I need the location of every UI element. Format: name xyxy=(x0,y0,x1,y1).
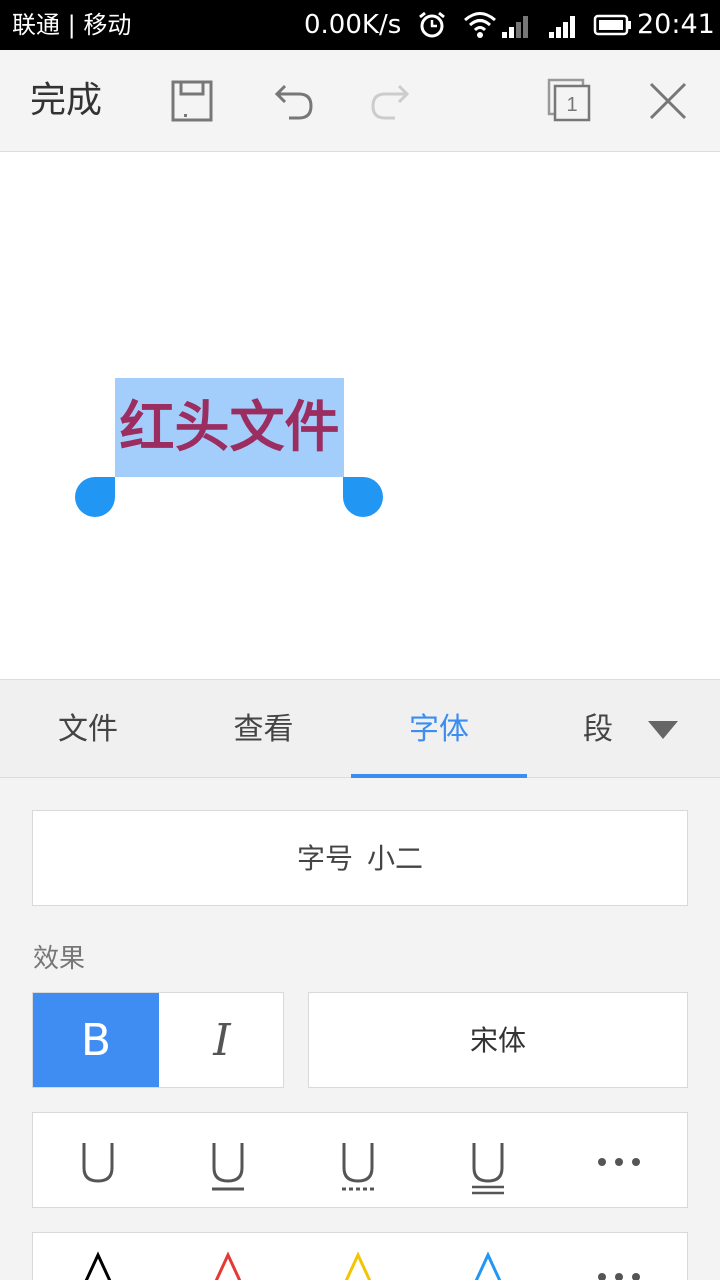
italic-button[interactable]: I xyxy=(159,993,283,1087)
alarm-icon xyxy=(417,10,447,44)
font-color-blue-icon[interactable] xyxy=(423,1233,553,1280)
done-button[interactable]: 完成 xyxy=(30,78,102,124)
more-colors-icon[interactable] xyxy=(553,1233,683,1280)
bold-button[interactable]: B xyxy=(33,993,159,1087)
font-size-value: 小二 xyxy=(367,842,424,875)
single-underline-icon[interactable] xyxy=(163,1113,293,1209)
font-size-selector[interactable]: 字号 小二 xyxy=(32,810,688,906)
tab-font[interactable]: 字体 xyxy=(351,680,527,779)
tab-file[interactable]: 文件 xyxy=(0,680,176,779)
tab-view[interactable]: 查看 xyxy=(176,680,351,779)
carrier-label: 联通 | 移动 xyxy=(12,11,132,39)
redo-icon[interactable] xyxy=(367,76,417,126)
wifi-icon xyxy=(463,10,497,44)
font-color-black-icon[interactable] xyxy=(33,1233,163,1280)
font-size-label: 字号 xyxy=(296,842,353,875)
font-panel: 字号 小二 效果 B I 宋体 xyxy=(0,778,720,1280)
battery-icon xyxy=(593,10,633,44)
bold-italic-group: B I xyxy=(32,992,284,1088)
network-speed: 0.00K/s xyxy=(304,10,402,40)
selected-text[interactable]: 红头文件 xyxy=(115,390,344,464)
no-underline-icon[interactable] xyxy=(33,1113,163,1209)
font-color-red-icon[interactable] xyxy=(163,1233,293,1280)
editor-toolbar: 完成 1 xyxy=(0,50,720,152)
dotted-underline-icon[interactable] xyxy=(293,1113,423,1209)
selection-handle-end[interactable] xyxy=(343,477,383,517)
double-underline-icon[interactable] xyxy=(423,1113,553,1209)
font-face-selector[interactable]: 宋体 xyxy=(308,992,688,1088)
status-bar: 联通 | 移动 0.00K/s 20:41 xyxy=(0,0,720,50)
ribbon-tabs: 文件 查看 字体 段 xyxy=(0,679,720,778)
underline-style-row xyxy=(32,1112,688,1208)
signal-1-icon xyxy=(500,10,534,44)
more-underline-icon[interactable] xyxy=(553,1113,683,1209)
effects-label: 效果 xyxy=(33,944,86,974)
signal-2-icon xyxy=(547,10,581,44)
selection-handle-start[interactable] xyxy=(75,477,115,517)
document-canvas[interactable]: 红头文件 xyxy=(0,152,720,679)
font-color-yellow-icon[interactable] xyxy=(293,1233,423,1280)
close-icon[interactable] xyxy=(643,76,693,126)
clock: 20:41 xyxy=(637,9,715,40)
page-count-icon[interactable]: 1 xyxy=(545,76,595,126)
page-count-text: 1 xyxy=(566,94,577,116)
save-icon[interactable] xyxy=(167,76,217,126)
chevron-down-icon[interactable] xyxy=(646,719,680,745)
undo-icon[interactable] xyxy=(267,76,317,126)
font-color-row xyxy=(32,1232,688,1280)
